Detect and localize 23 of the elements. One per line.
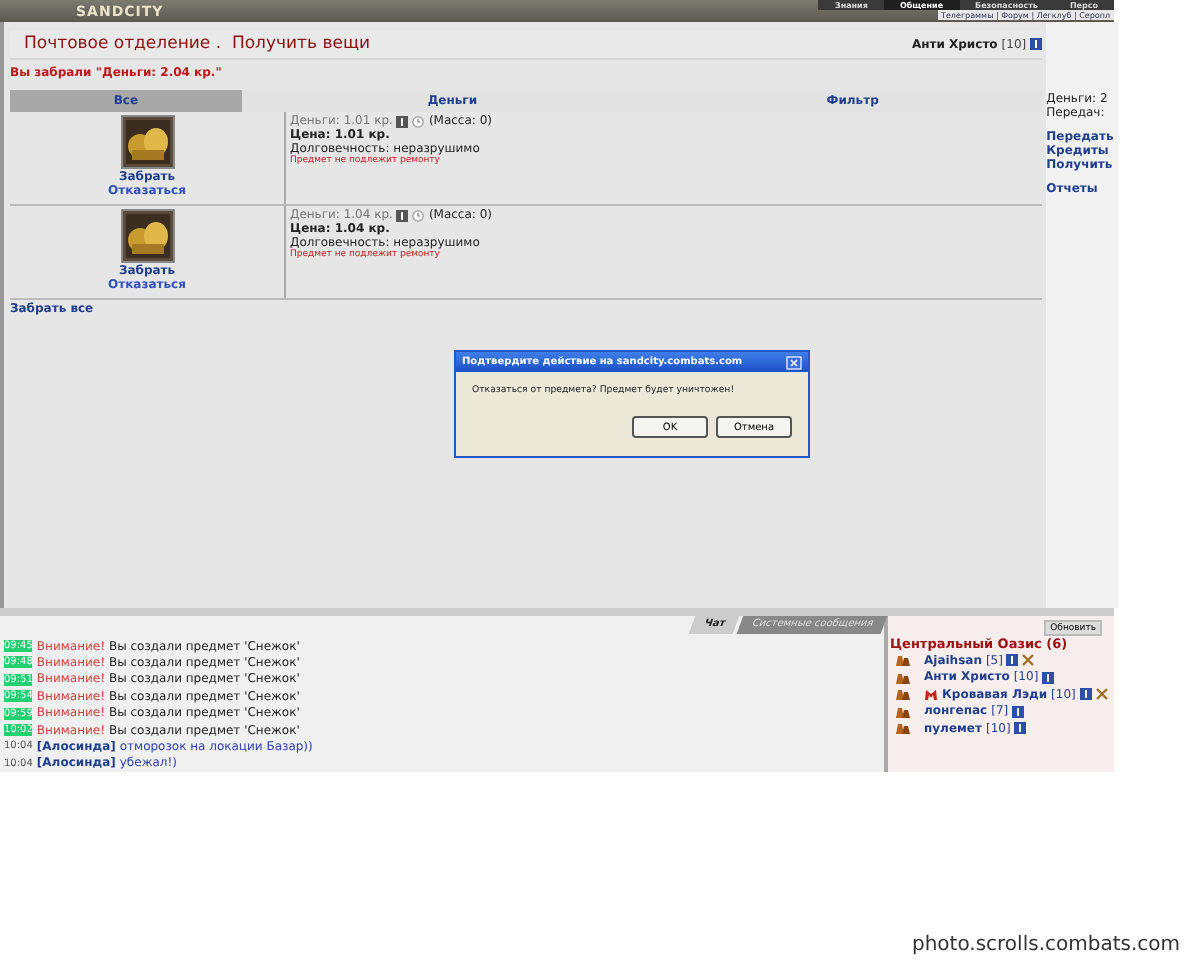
page-title: Почтовое отделение . Получить вещи [24, 34, 372, 54]
crossed-swords-icon [1095, 688, 1108, 701]
close-icon[interactable] [786, 355, 802, 369]
figures-icon [894, 722, 912, 735]
clock-icon [412, 209, 425, 221]
info-icon[interactable] [1042, 671, 1055, 684]
info-icon[interactable] [1079, 688, 1092, 701]
figures-icon [894, 671, 912, 684]
info-icon[interactable] [1012, 705, 1025, 718]
footer-text: photo.scrolls.combats.com [911, 934, 1180, 956]
figures-icon [894, 705, 912, 718]
figures-icon [894, 654, 912, 667]
figures-icon [894, 688, 912, 701]
info-icon[interactable] [1006, 654, 1019, 667]
emblem-icon [924, 688, 938, 701]
info-icon[interactable] [1030, 38, 1043, 50]
clock-icon [412, 115, 425, 127]
info-icon[interactable] [1014, 722, 1027, 735]
info-icon[interactable] [396, 115, 409, 127]
info-icon[interactable] [396, 209, 409, 221]
crossed-swords-icon [1022, 654, 1035, 667]
coins-icon [119, 114, 175, 170]
coins-icon [119, 208, 175, 264]
